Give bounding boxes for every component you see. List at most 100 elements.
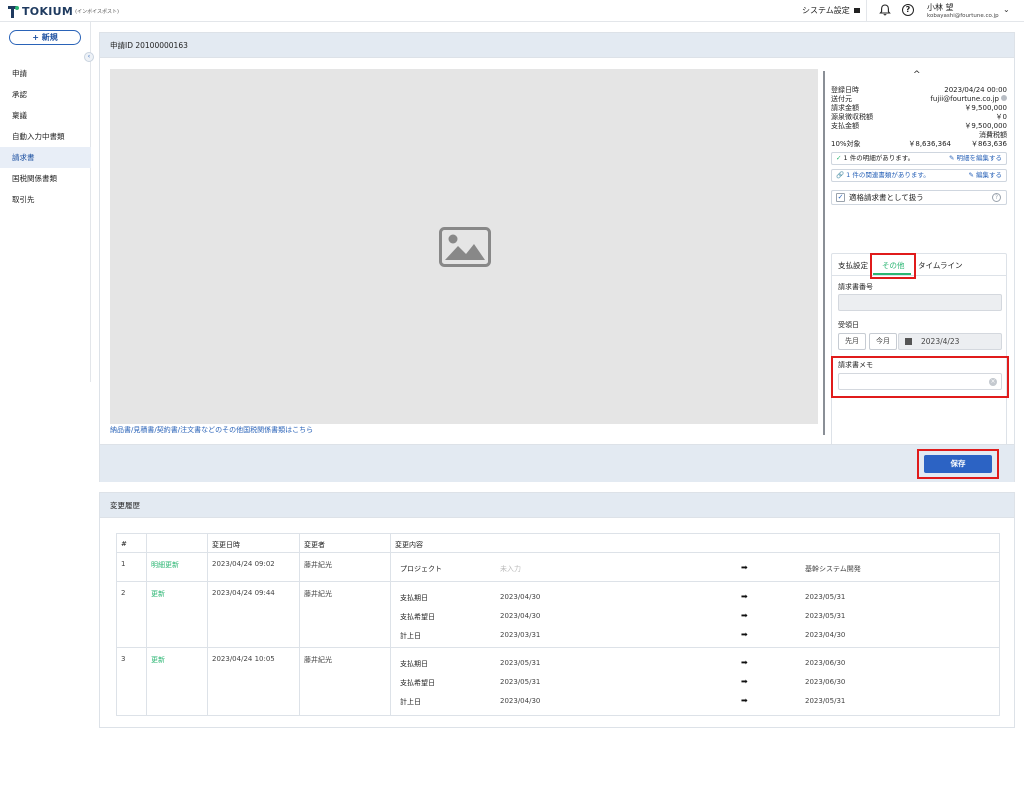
top-bar: TOKIUM (インボイスポスト) システム設定 ? 小林 望 kobayash… <box>0 0 1024 22</box>
tax-amount: ￥863,636 <box>971 140 1007 148</box>
change-before: 2023/04/30 <box>500 697 541 705</box>
detail-key: 請求金額 <box>831 104 859 112</box>
change-before: 2023/04/30 <box>500 593 541 601</box>
change-before: 未入力 <box>500 565 521 573</box>
related-docs-box: 🔗 1 件の関連書類があります。 ✎ 編集する <box>831 169 1007 182</box>
check-icon: ✓ <box>836 154 842 162</box>
tax-base: ￥8,636,364 <box>908 140 951 148</box>
detail-value: ￥9,500,000 <box>964 104 1007 112</box>
image-placeholder-icon <box>439 227 491 267</box>
history-user: 藤井紀光 <box>304 656 332 664</box>
related-docs-text: 1 件の関連書類があります。 <box>846 171 930 179</box>
history-user: 藤井紀光 <box>304 561 332 569</box>
tabs-panel: 支払設定 その他 タイムライン 請求書番号 受領日 先月 今月 2023/4/2… <box>831 253 1009 469</box>
detail-row: 送付元 fujii@fourtune.co.jp <box>831 95 1007 104</box>
column-header: # <box>121 540 127 548</box>
arrow-right-icon: ➡ <box>741 696 748 705</box>
logo-mark-icon <box>8 5 19 18</box>
history-type-link[interactable]: 更新 <box>151 655 165 665</box>
memo-label: 請求書メモ <box>838 361 873 369</box>
received-date-value: 2023/4/23 <box>921 337 960 346</box>
header-divider <box>866 0 867 22</box>
system-settings-button[interactable]: システム設定 <box>802 5 860 16</box>
detail-value: 2023/04/24 00:00 <box>944 86 1007 94</box>
user-menu[interactable]: 小林 望 kobayashi@fourtune.co.jp <box>927 2 999 19</box>
qualified-invoice-toggle[interactable]: ✓ 適格請求書として扱う ? <box>831 190 1007 205</box>
change-field: 支払期日 <box>400 660 428 668</box>
history-no: 3 <box>121 655 126 663</box>
qualified-invoice-checkbox[interactable]: ✓ <box>836 193 845 202</box>
detail-row: 源泉徴収税額 ￥0 <box>831 113 1007 122</box>
user-name: 小林 望 <box>927 3 954 12</box>
sidebar-item-invoices[interactable]: 請求書 <box>0 147 91 168</box>
other-documents-link[interactable]: 納品書/見積書/契約書/注文書などのその他国税関係書類はこちら <box>110 425 313 435</box>
this-month-button[interactable]: 今月 <box>869 333 897 350</box>
change-history-title: 変更履歴 <box>100 493 1014 518</box>
column-header: 変更者 <box>304 541 325 549</box>
help-icon[interactable]: ? <box>992 193 1001 202</box>
tax-rate-label: 10%対象 <box>831 140 861 148</box>
line-items-box: ✓ 1 件の明細があります。 ✎ 明細を編集する <box>831 152 1007 165</box>
change-after: 基幹システム開発 <box>805 565 861 573</box>
change-before: 2023/03/31 <box>500 631 541 639</box>
history-type-link[interactable]: 明細更新 <box>151 560 179 570</box>
sidebar-collapse-icon[interactable]: ‹ <box>84 52 94 62</box>
edit-related-docs-link[interactable]: ✎ 編集する <box>968 170 1006 181</box>
history-datetime: 2023/04/24 10:05 <box>212 655 275 663</box>
change-after: 2023/04/30 <box>805 631 846 639</box>
info-dot-icon[interactable] <box>1001 95 1007 101</box>
detail-key: 送付元 <box>831 95 852 103</box>
chevron-down-icon[interactable]: ⌄ <box>1003 5 1010 14</box>
calendar-icon <box>905 338 912 345</box>
tokium-logo[interactable]: TOKIUM (インボイスポスト) <box>8 5 119 18</box>
clear-icon[interactable]: × <box>989 378 997 386</box>
tab-highlight-box <box>870 253 916 279</box>
detail-row: 請求金額 ￥9,500,000 <box>831 104 1007 113</box>
sidebar-item-ringi[interactable]: 稟議 <box>0 105 91 126</box>
new-button[interactable]: + 新規 <box>9 30 81 45</box>
sidebar-item-suppliers[interactable]: 取引先 <box>0 189 91 210</box>
sidebar: + 新規 ‹ 申請 承認 稟議 自動入力中書類 請求書 国税関係書類 取引先 <box>0 22 94 382</box>
tab-timeline[interactable]: タイムライン <box>918 260 962 271</box>
arrow-right-icon: ➡ <box>741 592 748 601</box>
invoice-card: 申請ID 20100000163 納品書/見積書/契約書/注文書などのその他国税… <box>99 32 1015 482</box>
arrow-right-icon: ➡ <box>741 677 748 686</box>
detail-row: 支払金額 ￥9,500,000 <box>831 122 1007 131</box>
save-highlight-box: 保存 <box>917 449 999 479</box>
sidebar-item-tax-documents[interactable]: 国税関係書類 <box>0 168 91 189</box>
detail-value: ￥0 <box>995 113 1007 121</box>
memo-field[interactable]: × <box>838 373 1002 390</box>
detail-value: fujii@fourtune.co.jp <box>930 95 999 103</box>
invoice-details-panel: ^ 登録日時 2023/04/24 00:00 送付元 fujii@fourtu… <box>823 70 1009 469</box>
history-type-link[interactable]: 更新 <box>151 589 165 599</box>
received-date-field[interactable]: 2023/4/23 <box>898 333 1002 350</box>
sidebar-item-applications[interactable]: 申請 <box>0 63 91 84</box>
arrow-right-icon: ➡ <box>741 630 748 639</box>
tax-header: 消費税額 <box>979 131 1007 139</box>
history-no: 2 <box>121 589 126 597</box>
tax-header-row: 消費税額 <box>831 131 1007 140</box>
invoice-number-field[interactable] <box>838 294 1002 311</box>
tax-row: 10%対象 ￥8,636,364 ￥863,636 <box>831 140 1007 149</box>
history-datetime: 2023/04/24 09:02 <box>212 560 275 568</box>
collapse-details-icon[interactable]: ^ <box>913 70 921 80</box>
history-user: 藤井紀光 <box>304 590 332 598</box>
sidebar-item-auto-input[interactable]: 自動入力中書類 <box>0 126 91 147</box>
tab-payment-settings[interactable]: 支払設定 <box>838 260 868 271</box>
tabs-divider <box>832 275 1006 276</box>
prev-month-button[interactable]: 先月 <box>838 333 866 350</box>
history-table: # 変更日時 変更者 変更内容 1 明細更新 2023/04/24 09:02 … <box>116 533 1000 716</box>
detail-row: 登録日時 2023/04/24 00:00 <box>831 86 1007 95</box>
help-icon[interactable]: ? <box>902 4 914 16</box>
line-items-text: 1 件の明細があります。 <box>843 154 915 162</box>
change-field: 計上日 <box>400 698 421 706</box>
bell-icon[interactable] <box>878 3 892 17</box>
edit-line-items-link[interactable]: ✎ 明細を編集する <box>949 153 1006 164</box>
change-after: 2023/06/30 <box>805 678 846 686</box>
document-preview[interactable] <box>110 69 818 424</box>
column-header: 変更内容 <box>395 541 423 549</box>
detail-key: 登録日時 <box>831 86 859 94</box>
save-button[interactable]: 保存 <box>924 455 992 473</box>
sidebar-item-approvals[interactable]: 承認 <box>0 84 91 105</box>
change-before: 2023/05/31 <box>500 678 541 686</box>
